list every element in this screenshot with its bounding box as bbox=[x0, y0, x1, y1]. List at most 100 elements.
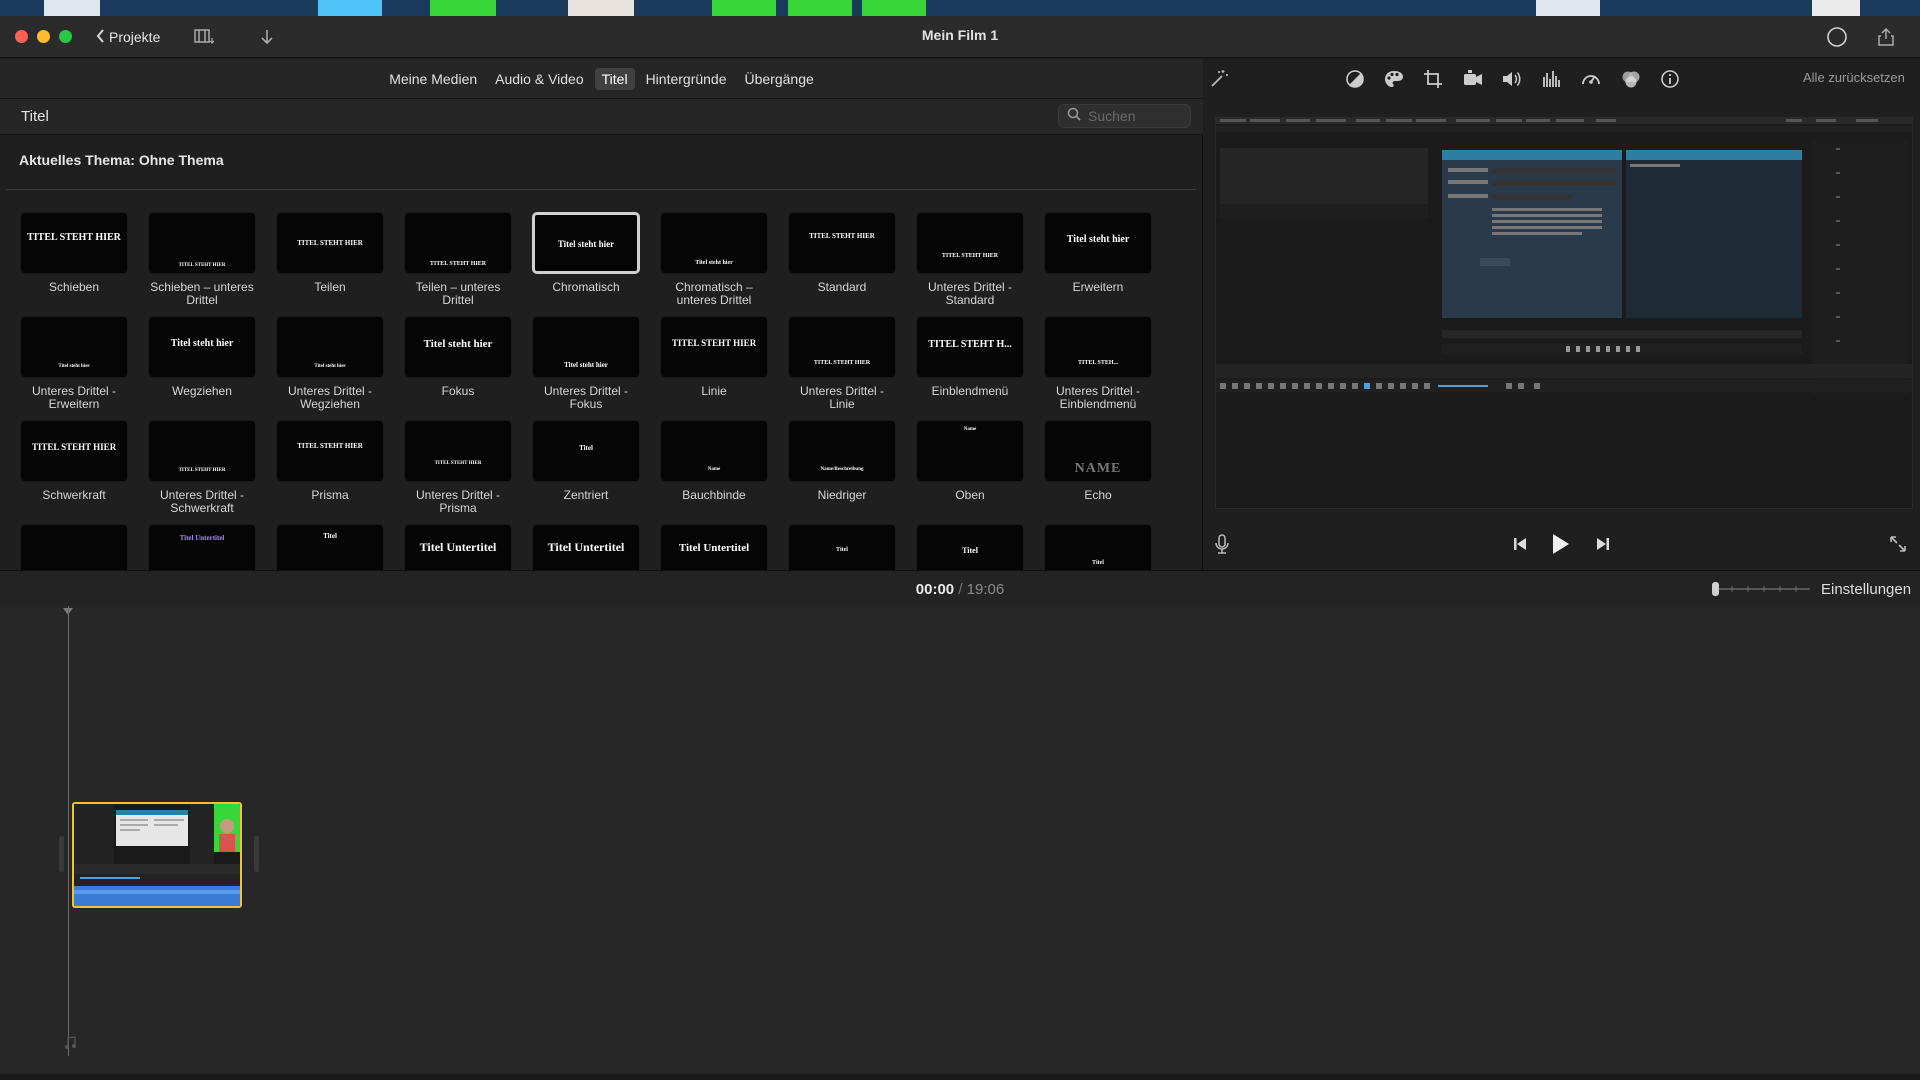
title-tile[interactable]: Titel bbox=[788, 524, 896, 570]
title-thumbnail[interactable]: TITEL STEHT HIER bbox=[148, 420, 256, 482]
skip-back-icon[interactable] bbox=[1505, 529, 1535, 559]
play-icon[interactable] bbox=[1545, 529, 1575, 559]
title-thumbnail[interactable]: Titel bbox=[1044, 524, 1152, 570]
title-tile[interactable]: TITEL STEHT HIER Schieben – unteres Dritt… bbox=[148, 212, 256, 307]
title-thumbnail[interactable]: Titel steht hier bbox=[148, 316, 256, 378]
record-voiceover-icon[interactable] bbox=[1207, 529, 1237, 559]
title-tile[interactable]: TITEL STEHT HIER Teilen – unteres Drittel bbox=[404, 212, 512, 307]
stabilization-icon[interactable] bbox=[1460, 67, 1486, 91]
project-timeline[interactable] bbox=[0, 606, 1920, 1074]
title-thumbnail[interactable]: Titel steht hier bbox=[532, 212, 640, 274]
magic-wand-icon[interactable] bbox=[1206, 67, 1232, 91]
title-tile[interactable]: Titel Untertitel bbox=[532, 524, 640, 570]
title-tile[interactable]: Titel steht hier Fokus bbox=[404, 316, 512, 398]
title-tile[interactable]: TITEL STEHT HIER Standard bbox=[788, 212, 896, 294]
title-tile[interactable]: Titel steht hier Chromatisch bbox=[532, 212, 640, 294]
title-thumbnail[interactable]: Titel bbox=[276, 524, 384, 570]
title-tile[interactable]: TITEL STEHT HIER Schieben bbox=[20, 212, 128, 294]
title-tile[interactable]: TITEL STEHT HIER Schwerkraft bbox=[20, 420, 128, 502]
skip-forward-icon[interactable] bbox=[1588, 529, 1618, 559]
title-tile[interactable]: Titel bbox=[1044, 524, 1152, 570]
title-thumbnail[interactable]: TITEL STEHT HIER bbox=[148, 212, 256, 274]
import-arrow-icon[interactable] bbox=[254, 26, 280, 48]
color-correction-icon[interactable] bbox=[1381, 67, 1407, 91]
clip-trim-handle-right[interactable] bbox=[254, 836, 259, 872]
title-tile[interactable]: TITEL STEHT HIER Unteres Drittel - Schwer… bbox=[148, 420, 256, 515]
crop-icon[interactable] bbox=[1420, 67, 1446, 91]
title-thumbnail[interactable]: TITEL STEHT H... bbox=[916, 316, 1024, 378]
title-tile[interactable]: Name/Beschreibung Niedriger bbox=[788, 420, 896, 502]
title-thumbnail[interactable]: Name bbox=[660, 420, 768, 482]
title-thumbnail[interactable]: Titel steht hier bbox=[276, 316, 384, 378]
title-thumbnail[interactable]: Titel bbox=[788, 524, 896, 570]
title-thumbnail[interactable]: TITEL STEHT HIER bbox=[788, 212, 896, 274]
title-tile[interactable]: TITEL STEHT HIER Linie bbox=[660, 316, 768, 398]
title-thumbnail[interactable]: Titel steht hier bbox=[660, 212, 768, 274]
title-thumbnail[interactable]: Name/Beschreibung bbox=[788, 420, 896, 482]
timeline-zoom-slider[interactable] bbox=[1712, 581, 1812, 597]
close-window-button[interactable] bbox=[15, 30, 28, 43]
title-thumbnail[interactable]: TITEL STEHT HIER bbox=[916, 212, 1024, 274]
title-thumbnail[interactable]: Titel Untertitel bbox=[404, 524, 512, 570]
title-thumbnail[interactable]: NAME bbox=[1044, 420, 1152, 482]
title-thumbnail[interactable]: Titel steht hier bbox=[404, 316, 512, 378]
title-tile[interactable]: Name Bauchbinde bbox=[660, 420, 768, 502]
title-tile[interactable]: NAME Echo bbox=[1044, 420, 1152, 502]
playhead-line[interactable] bbox=[68, 606, 69, 1056]
title-thumbnail[interactable]: TITEL STEH... bbox=[1044, 316, 1152, 378]
title-tile[interactable]: Titel bbox=[276, 524, 384, 570]
fullscreen-icon[interactable] bbox=[1883, 529, 1913, 559]
title-tile[interactable]: Titel bbox=[916, 524, 1024, 570]
title-thumbnail[interactable]: Titel bbox=[916, 524, 1024, 570]
title-tile[interactable]: Name Oben bbox=[916, 420, 1024, 502]
title-tile[interactable]: Titel steht hier Unteres Drittel - Fokus bbox=[532, 316, 640, 411]
title-thumbnail[interactable]: TITEL STEHT HIER bbox=[20, 212, 128, 274]
title-thumbnail[interactable]: TITEL STEHT HIER bbox=[660, 316, 768, 378]
title-thumbnail[interactable]: Titel steht hier bbox=[532, 316, 640, 378]
title-thumbnail[interactable]: TITEL STEHT HIER bbox=[276, 420, 384, 482]
tab-transitions[interactable]: Übergänge bbox=[738, 68, 821, 90]
tab-my-media[interactable]: Meine Medien bbox=[382, 68, 484, 90]
minimize-window-button[interactable] bbox=[37, 30, 50, 43]
title-thumbnail[interactable]: Name bbox=[916, 420, 1024, 482]
title-tile[interactable]: Titel Untertitel bbox=[148, 524, 256, 570]
title-thumbnail[interactable]: Titel steht hier bbox=[20, 316, 128, 378]
search-field[interactable] bbox=[1058, 104, 1191, 128]
title-thumbnail[interactable]: TITEL STEHT HIER bbox=[788, 316, 896, 378]
title-thumbnail[interactable]: TITEL STEHT HIER bbox=[404, 420, 512, 482]
title-tile[interactable]: TITEL STEHT HIER Unteres Drittel - Linie bbox=[788, 316, 896, 411]
title-thumbnail[interactable]: TITEL STEHT HIER bbox=[20, 420, 128, 482]
library-list-toggle-icon[interactable] bbox=[193, 26, 219, 48]
title-thumbnail[interactable] bbox=[20, 524, 128, 570]
maximize-window-button[interactable] bbox=[59, 30, 72, 43]
title-tile[interactable]: Titel Zentriert bbox=[532, 420, 640, 502]
title-thumbnail[interactable]: Titel Untertitel bbox=[532, 524, 640, 570]
video-clip[interactable] bbox=[72, 802, 242, 908]
timeline-settings-button[interactable]: Einstellungen bbox=[1821, 581, 1911, 598]
title-thumbnail[interactable]: TITEL STEHT HIER bbox=[404, 212, 512, 274]
title-tile[interactable]: Titel steht hier Unteres Drittel - Wegzie… bbox=[276, 316, 384, 411]
title-tile[interactable]: Titel Untertitel bbox=[660, 524, 768, 570]
clip-trim-handle-left[interactable] bbox=[59, 836, 64, 872]
title-thumbnail[interactable]: Titel Untertitel bbox=[148, 524, 256, 570]
title-tile[interactable]: Titel steht hier Chromatisch – unteres Dr… bbox=[660, 212, 768, 307]
title-thumbnail[interactable]: TITEL STEHT HIER bbox=[276, 212, 384, 274]
volume-icon[interactable] bbox=[1499, 67, 1525, 91]
title-thumbnail[interactable]: Titel bbox=[532, 420, 640, 482]
back-to-projects-button[interactable]: Projekte bbox=[96, 26, 160, 48]
share-icon[interactable] bbox=[1873, 26, 1899, 48]
circle-status-icon[interactable] bbox=[1824, 26, 1850, 48]
title-tile[interactable]: TITEL STEH... Unteres Drittel - Einblendm… bbox=[1044, 316, 1152, 411]
search-input[interactable] bbox=[1088, 108, 1183, 124]
reset-all-button[interactable]: Alle zurücksetzen bbox=[1803, 70, 1905, 85]
title-tile[interactable]: TITEL STEHT H... Einblendmenü bbox=[916, 316, 1024, 398]
tab-titles[interactable]: Titel bbox=[594, 67, 635, 90]
speed-icon[interactable] bbox=[1578, 67, 1604, 91]
clip-filter-icon[interactable] bbox=[1618, 67, 1644, 91]
title-tile[interactable]: TITEL STEHT HIER Prisma bbox=[276, 420, 384, 502]
noise-reduction-icon[interactable] bbox=[1539, 67, 1565, 91]
title-tile[interactable]: TITEL STEHT HIER Teilen bbox=[276, 212, 384, 294]
title-tile[interactable]: Titel Untertitel bbox=[404, 524, 512, 570]
title-tile[interactable]: TITEL STEHT HIER Unteres Drittel - Standa… bbox=[916, 212, 1024, 307]
title-tile[interactable]: TITEL STEHT HIER Unteres Drittel - Prisma bbox=[404, 420, 512, 515]
